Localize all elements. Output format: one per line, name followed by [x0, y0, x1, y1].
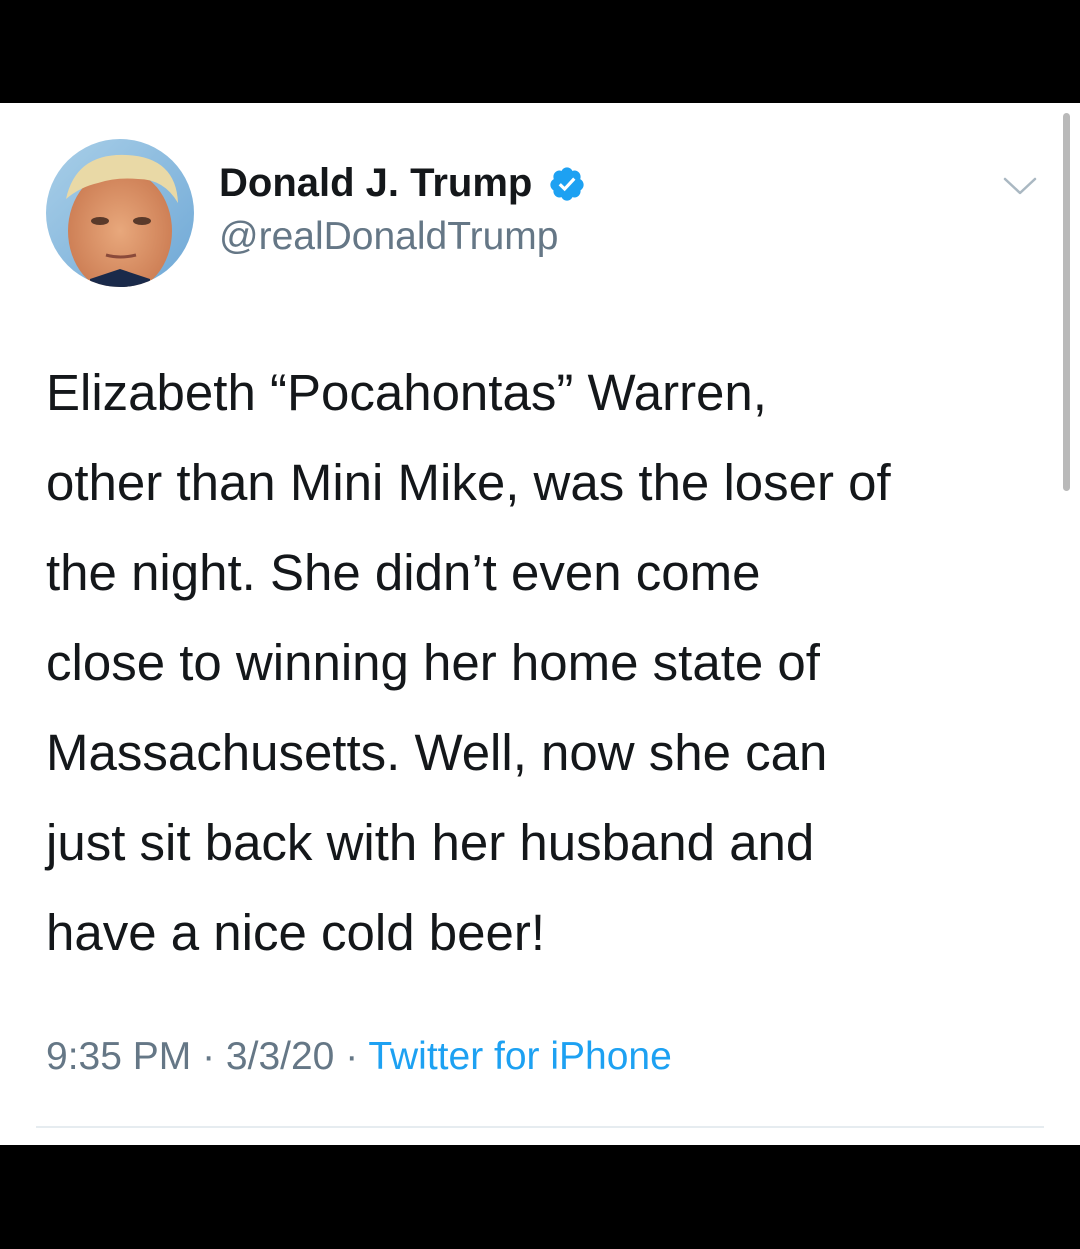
top-black-bar: [0, 0, 1080, 103]
display-name[interactable]: Donald J. Trump: [219, 161, 586, 206]
tweet-metadata: 9:35 PM · 3/3/20 · Twitter for iPhone: [46, 1035, 672, 1079]
avatar-image: [46, 139, 194, 287]
display-name-text: Donald J. Trump: [219, 161, 533, 205]
meta-separator: ·: [202, 1035, 226, 1078]
bottom-black-bar: [0, 1145, 1080, 1249]
tweet-text: Elizabeth “Pocahontas” Warren, other tha…: [46, 364, 891, 961]
tweet-card: Donald J. Trump @realDonaldTrump Elizabe…: [0, 103, 1080, 1145]
verified-badge-icon: [548, 165, 586, 203]
tweet-date[interactable]: 3/3/20: [226, 1035, 334, 1078]
tweet-time[interactable]: 9:35 PM: [46, 1035, 191, 1078]
chevron-down-icon[interactable]: [1002, 175, 1038, 199]
user-handle[interactable]: @realDonaldTrump: [219, 215, 558, 259]
avatar[interactable]: [46, 139, 194, 287]
meta-separator: ·: [345, 1035, 369, 1078]
scrollbar[interactable]: [1063, 113, 1070, 491]
tweet-source-link[interactable]: Twitter for iPhone: [368, 1035, 671, 1078]
divider: [36, 1126, 1044, 1128]
